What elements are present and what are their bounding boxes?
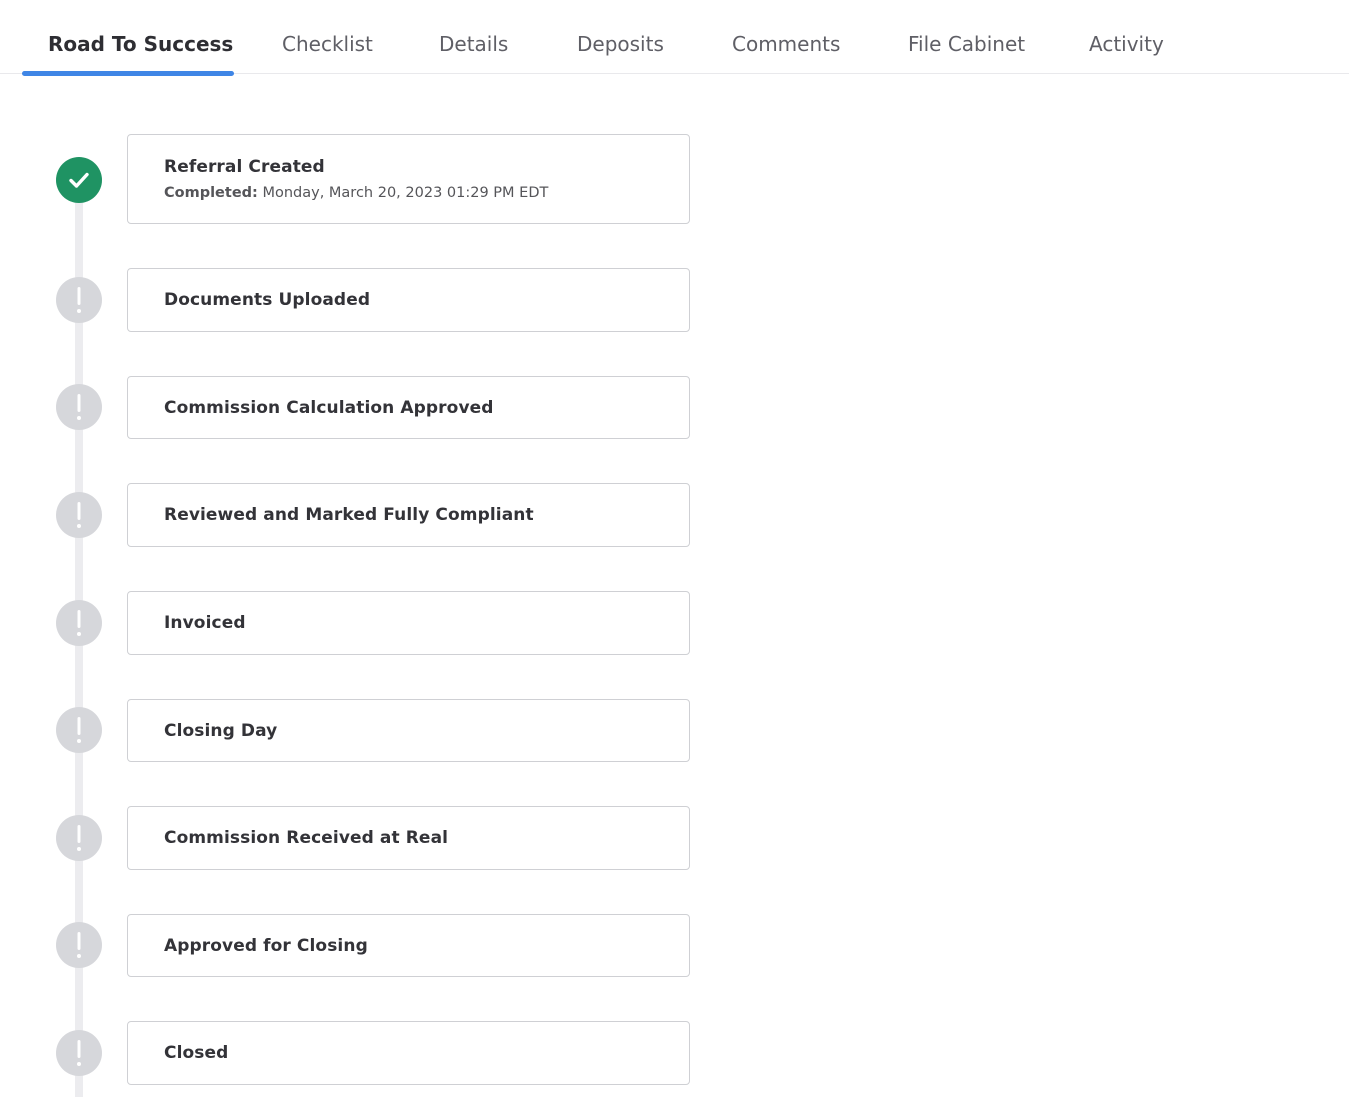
completed-label: Completed: [164,185,258,201]
tab-bar: Road To Success Checklist Details Deposi… [0,0,1349,76]
exclamation-circle-icon [56,277,102,323]
tab-file-cabinet[interactable]: File Cabinet [908,30,1025,58]
step-card-commission-calculation-approved[interactable]: Commission Calculation Approved [127,376,690,439]
step-title: Invoiced [164,613,246,633]
exclamation-circle-icon [56,384,102,430]
step-card-closing-day[interactable]: Closing Day [127,699,690,762]
completed-value: Monday, March 20, 2023 01:29 PM EDT [262,185,549,201]
check-circle-icon [56,157,102,203]
step-completed-date: Completed: Monday, March 20, 2023 01:29 … [164,185,689,201]
step-card-commission-received[interactable]: Commission Received at Real [127,806,690,870]
step-card-referral-created[interactable]: Referral Created Completed: Monday, Marc… [127,134,690,224]
tab-road-to-success[interactable]: Road To Success [48,30,233,58]
step-title: Commission Received at Real [164,828,449,848]
step-title: Commission Calculation Approved [164,397,494,418]
exclamation-circle-icon [56,707,102,753]
step-card-approved-for-closing[interactable]: Approved for Closing [127,914,690,977]
exclamation-circle-icon [56,922,102,968]
step-title: Closed [164,1043,229,1063]
exclamation-circle-icon [56,492,102,538]
step-title: Reviewed and Marked Fully Compliant [164,505,534,525]
active-tab-indicator [22,71,234,76]
exclamation-circle-icon [56,1030,102,1076]
tab-deposits[interactable]: Deposits [577,30,664,58]
step-title: Closing Day [164,720,278,741]
step-title: Documents Uploaded [164,290,371,310]
step-card-reviewed-fully-compliant[interactable]: Reviewed and Marked Fully Compliant [127,483,690,547]
tab-checklist[interactable]: Checklist [282,30,373,58]
exclamation-circle-icon [56,815,102,861]
step-card-documents-uploaded[interactable]: Documents Uploaded [127,268,690,332]
tab-comments[interactable]: Comments [732,30,840,58]
step-card-closed[interactable]: Closed [127,1021,690,1085]
step-title: Referral Created [164,157,325,177]
tab-details[interactable]: Details [439,30,508,58]
tab-activity[interactable]: Activity [1089,30,1164,58]
exclamation-circle-icon [56,600,102,646]
step-card-invoiced[interactable]: Invoiced [127,591,690,655]
step-title: Approved for Closing [164,935,368,956]
